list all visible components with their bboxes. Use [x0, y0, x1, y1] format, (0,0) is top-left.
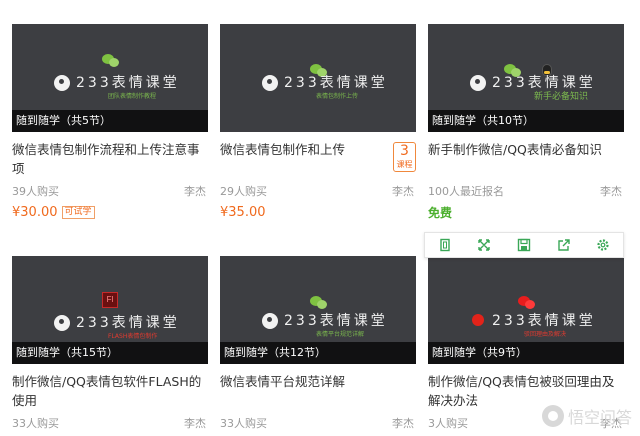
teacher-name[interactable]: 李杰: [184, 182, 206, 202]
logo-text: 233表情课堂: [284, 313, 388, 329]
course-card[interactable]: 233表情课堂 新手必备知识 随到随学（共10节） 新手制作微信/QQ表情必备知…: [428, 24, 624, 224]
watermark: 悟空问答: [541, 404, 632, 428]
course-title[interactable]: 微信表情平台规范详解: [220, 372, 416, 410]
course-thumbnail[interactable]: 233表情课堂 驳回理由及解决 随到随学（共9节）: [428, 256, 624, 364]
course-count-badge: 3 课程: [393, 142, 416, 172]
logo-mark-icon: [262, 313, 278, 329]
teacher-name[interactable]: 李杰: [184, 414, 206, 434]
course-price: ¥30.00: [12, 205, 58, 220]
free-label: 免费: [428, 206, 453, 220]
wukong-logo-icon: [541, 405, 564, 427]
logo-text: 233表情课堂: [284, 75, 388, 91]
image-toolbar: [424, 232, 624, 258]
buyer-count: 3人购买: [428, 417, 468, 430]
course-thumbnail[interactable]: Fl 233表情课堂 FLASH表情包制作 随到随学（共15节）: [12, 256, 208, 364]
course-card[interactable]: 233表情课堂 表情包制作上传 3 课程 微信表情包制作和上传 29人购买 李杰…: [220, 24, 416, 224]
trial-tag: 可试学: [61, 206, 95, 219]
watermark-text: 悟空问答: [567, 408, 632, 427]
settings-icon[interactable]: [592, 234, 614, 256]
course-thumbnail[interactable]: 233表情课堂 新手必备知识 随到随学（共10节）: [428, 24, 624, 132]
logo-mark-icon: [262, 75, 278, 91]
buyer-count: 33人购买: [12, 417, 59, 430]
save-icon[interactable]: [513, 234, 535, 256]
logo-text: 233表情课堂: [76, 75, 180, 91]
teacher-name[interactable]: 李杰: [600, 182, 622, 202]
buyer-count: 39人购买: [12, 185, 59, 198]
course-thumbnail[interactable]: 233表情课堂 表情包制作上传: [220, 24, 416, 132]
course-thumbnail[interactable]: 233表情课堂 团队表情制作教程 随到随学（共5节）: [12, 24, 208, 132]
logo-mark-icon: [54, 75, 70, 91]
thumbnail-subtitle: 新手必备知识: [534, 92, 589, 102]
logo-mark-icon: [54, 315, 70, 331]
teacher-name[interactable]: 李杰: [392, 182, 414, 202]
buyer-count: 33人购买: [220, 417, 267, 430]
lesson-badge: 随到随学（共15节）: [12, 342, 208, 364]
course-count-number: 3: [400, 143, 409, 159]
copy-icon[interactable]: [434, 234, 456, 256]
lesson-badge: 随到随学（共9节）: [428, 342, 624, 364]
expand-icon[interactable]: [473, 234, 495, 256]
course-title[interactable]: 新手制作微信/QQ表情必备知识: [428, 140, 624, 178]
teacher-name[interactable]: 李杰: [392, 414, 414, 434]
course-title[interactable]: 微信表情包制作流程和上传注意事项: [12, 140, 208, 178]
thumbnail-subtitle: 表情包制作上传: [316, 93, 359, 100]
wechat-icon: [102, 54, 120, 68]
logo-mark-icon: [470, 75, 486, 91]
logo-text: 233表情课堂: [492, 313, 596, 329]
buyer-count: 29人购买: [220, 185, 267, 198]
course-title[interactable]: 微信表情包制作和上传: [220, 140, 416, 178]
course-title[interactable]: 制作微信/QQ表情包软件FLASH的使用: [12, 372, 208, 410]
enroll-count: 100人最近报名: [428, 185, 504, 198]
thumbnail-subtitle: FLASH表情包制作: [108, 333, 158, 340]
course-thumbnail[interactable]: 233表情课堂 表情平台规范详解 随到随学（共12节）: [220, 256, 416, 364]
wechat-icon: [518, 296, 536, 310]
lesson-badge: 随到随学（共12节）: [220, 342, 416, 364]
thumbnail-subtitle: 驳回理由及解决: [524, 331, 567, 338]
logo-text: 233表情课堂: [76, 315, 180, 331]
lesson-badge: 随到随学（共10节）: [428, 110, 624, 132]
thumbnail-subtitle: 团队表情制作教程: [108, 93, 157, 100]
course-price: ¥35.00: [220, 205, 266, 220]
course-card[interactable]: Fl 233表情课堂 FLASH表情包制作 随到随学（共15节） 制作微信/QQ…: [12, 256, 208, 434]
share-icon[interactable]: [553, 234, 575, 256]
course-card[interactable]: 233表情课堂 团队表情制作教程 随到随学（共5节） 微信表情包制作流程和上传注…: [12, 24, 208, 224]
course-count-label: 课程: [396, 160, 413, 169]
flash-icon: Fl: [102, 292, 118, 308]
wechat-icon: [310, 296, 328, 310]
thumbnail-subtitle: 表情平台规范详解: [316, 331, 365, 338]
course-card[interactable]: 233表情课堂 表情平台规范详解 随到随学（共12节） 微信表情平台规范详解 3…: [220, 256, 416, 434]
lesson-badge: 随到随学（共5节）: [12, 110, 208, 132]
